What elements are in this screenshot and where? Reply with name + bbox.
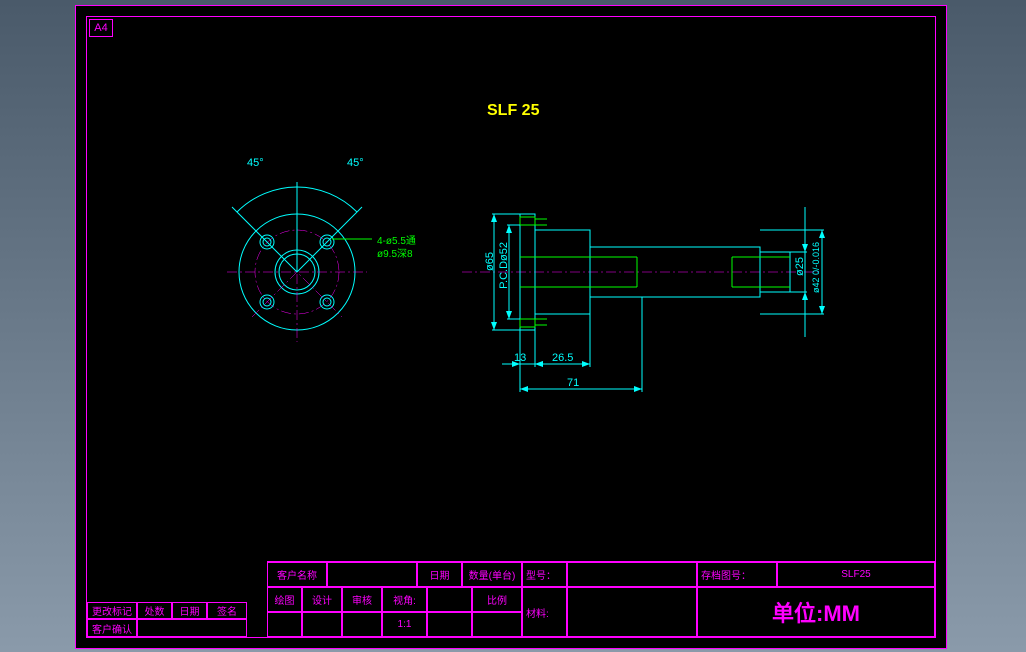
design-value: [302, 612, 342, 637]
customer-name-value: [327, 562, 417, 587]
view-value: [427, 587, 472, 612]
draw-value: [267, 612, 302, 637]
customer-name-label: 客户名称: [267, 562, 327, 587]
customer-confirm-value: [137, 619, 247, 637]
dim-dia-65: ø65: [484, 252, 496, 271]
units-label: 单位:MM: [697, 587, 935, 637]
scale-value: 1:1: [382, 612, 427, 637]
archive-value: SLF25: [777, 562, 935, 587]
material-label: 材料:: [522, 587, 567, 637]
view-label: 视角:: [382, 587, 427, 612]
revision-block: 更改标记 处数 日期 签名 客户确认: [87, 602, 247, 637]
inner-frame: A4 SLF 25: [86, 16, 936, 638]
dim-len-26-5: 26.5: [552, 352, 573, 364]
scale-value-2: [472, 612, 522, 637]
part-title: SLF 25: [487, 102, 539, 120]
model-value: [567, 562, 697, 587]
angle-symbol: [427, 612, 472, 637]
hole-callout-2: ø9.5深8: [377, 245, 413, 260]
change-mark-label: 更改标记: [87, 602, 137, 619]
model-label: 型号：: [522, 562, 567, 587]
review-value: [342, 612, 382, 637]
review-label: 审核: [342, 587, 382, 612]
dim-pcd-52: P.C.Dø52: [498, 242, 510, 289]
dim-dia-25: ø25: [794, 257, 806, 276]
dim-len-71: 71: [567, 377, 579, 389]
archive-label: 存档图号：: [697, 562, 777, 587]
angle-right-dim: 45°: [347, 157, 364, 169]
qty-label: 数量(单台): [462, 562, 522, 587]
customer-confirm-label: 客户确认: [87, 619, 137, 637]
sheet-size-label: A4: [89, 19, 113, 37]
side-view-shaft: [462, 167, 832, 427]
dim-dia-42: ø42 0/-0.016: [811, 242, 821, 293]
sign-label: 签名: [207, 602, 247, 619]
rev-date-label: 日期: [172, 602, 207, 619]
drawing-frame: A4 SLF 25: [75, 5, 947, 649]
scale-label: 比例: [472, 587, 522, 612]
material-value: [567, 587, 697, 637]
dim-len-13: 13: [514, 352, 526, 364]
draw-label: 绘图: [267, 587, 302, 612]
design-label: 设计: [302, 587, 342, 612]
date-label: 日期: [417, 562, 462, 587]
angle-left-dim: 45°: [247, 157, 264, 169]
place-count-label: 处数: [137, 602, 172, 619]
title-block: 客户名称 日期 数量(单台) 型号： 存档图号： SLF25 绘图 设计 审核 …: [267, 561, 935, 637]
